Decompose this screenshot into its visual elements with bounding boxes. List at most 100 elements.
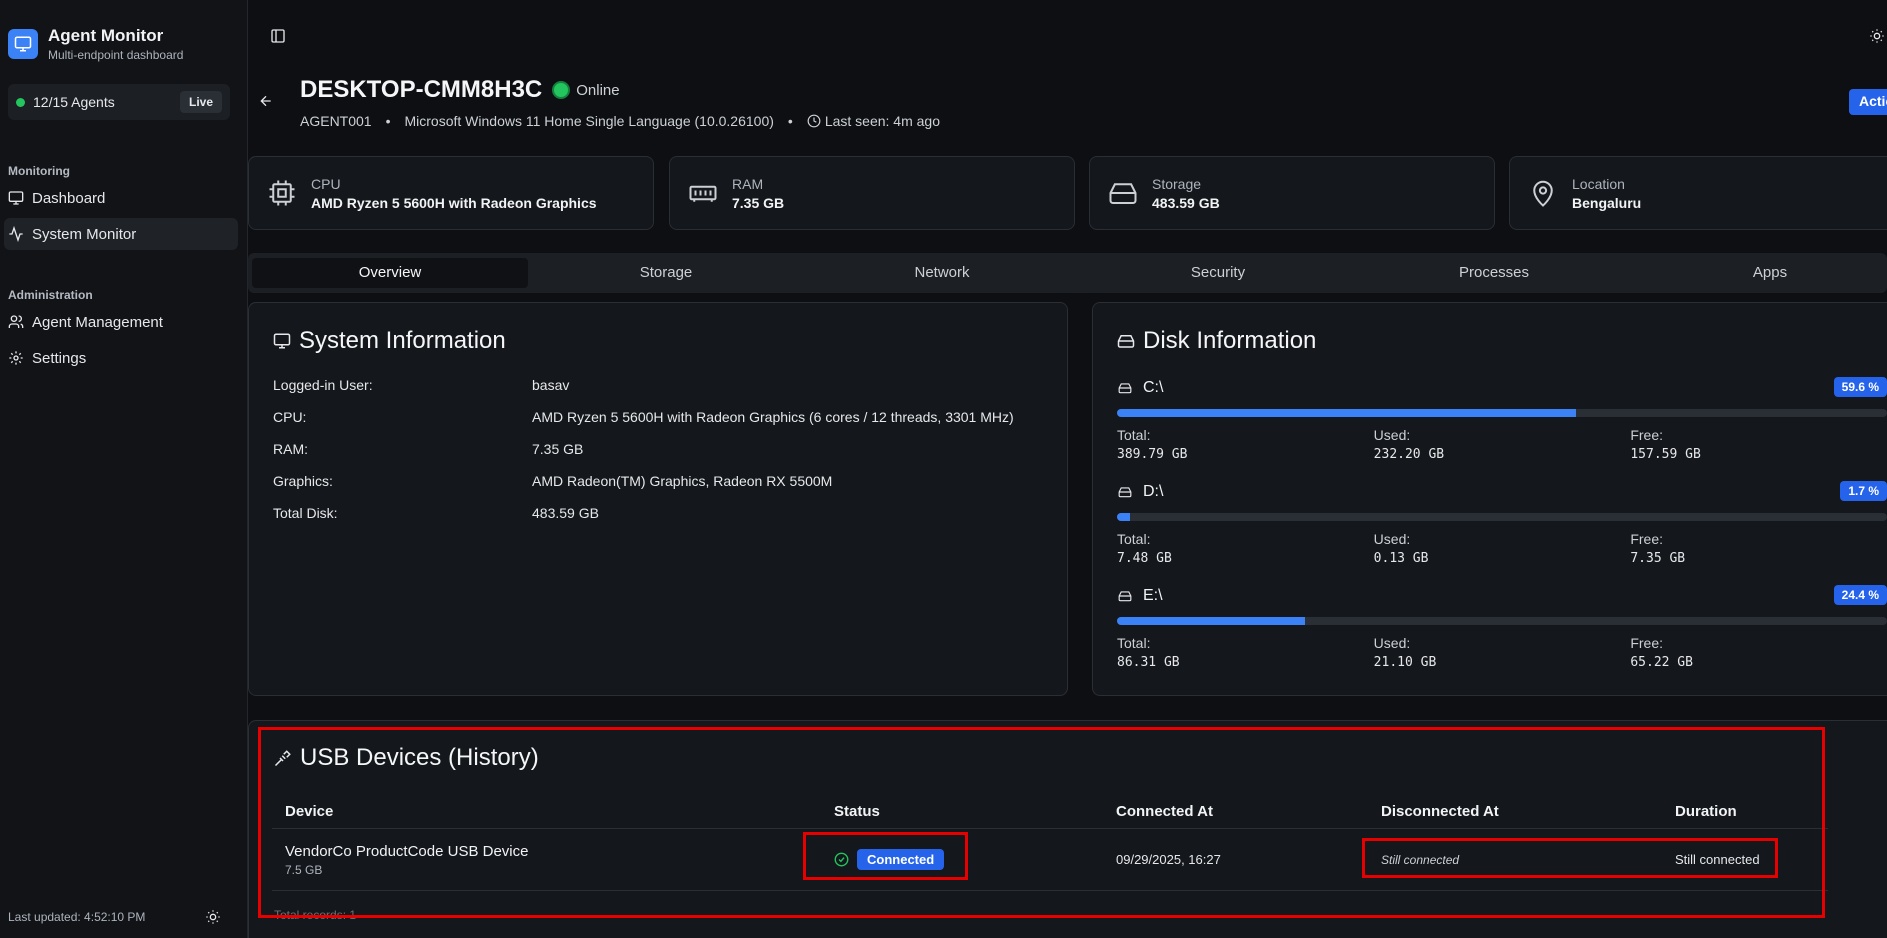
clock-icon bbox=[807, 114, 821, 128]
stat-value: Bengaluru bbox=[1572, 194, 1642, 211]
sidebar-item-agent-management[interactable]: Agent Management bbox=[4, 306, 238, 338]
hard-drive-icon bbox=[1118, 383, 1132, 394]
agents-status-pill[interactable]: 12/15 Agents Live bbox=[8, 84, 230, 120]
disk-usage-fill bbox=[1117, 409, 1576, 417]
disk-usage-badge: 1.7 % bbox=[1840, 481, 1887, 501]
agent-id: AGENT001 bbox=[300, 113, 372, 129]
info-label: CPU: bbox=[273, 409, 307, 425]
disk-used-label: Used: bbox=[1373, 427, 1411, 443]
disk-item-e: E:\ 24.4 % Total: 86.31 GB Used: 21.10 GB … bbox=[1117, 585, 1887, 670]
disk-name: D:\ bbox=[1143, 483, 1164, 500]
tab-network[interactable]: Network bbox=[804, 258, 1080, 288]
disk-used-label: Used: bbox=[1373, 531, 1411, 547]
highlight-box-disconnected bbox=[1362, 838, 1778, 878]
stat-card-cpu: CPU AMD Ryzen 5 5600H with Radeon Graphic… bbox=[248, 156, 654, 230]
disk-info-title: Disk Information bbox=[1117, 327, 1316, 355]
disk-usage-bar bbox=[1117, 409, 1887, 417]
disk-info-panel: Disk Information C:\ 59.6 % Total: 389.79… bbox=[1092, 302, 1887, 696]
disk-usage-fill bbox=[1117, 617, 1305, 625]
info-value: AMD Ryzen 5 5600H with Radeon Graphics (… bbox=[532, 409, 1014, 425]
stat-label: CPU bbox=[311, 175, 341, 192]
tab-apps[interactable]: Apps bbox=[1632, 258, 1887, 288]
stat-label: RAM bbox=[732, 175, 764, 192]
disk-usage-badge: 59.6 % bbox=[1833, 377, 1887, 397]
host-meta: AGENT001 • Microsoft Windows 11 Home Sin… bbox=[300, 113, 940, 129]
stat-card-location: Location Bengaluru bbox=[1509, 156, 1887, 230]
disk-free: 157.59 GB bbox=[1630, 447, 1701, 462]
disk-name: E:\ bbox=[1143, 587, 1163, 604]
sidebar-item-label: System Monitor bbox=[32, 225, 137, 243]
app-title: Agent Monitor bbox=[48, 26, 164, 45]
tab-security[interactable]: Security bbox=[1080, 258, 1356, 288]
stat-label: Storage bbox=[1152, 175, 1202, 192]
disk-free-label: Free: bbox=[1630, 427, 1664, 443]
disk-used: 0.13 GB bbox=[1373, 551, 1429, 566]
memory-icon bbox=[689, 185, 717, 202]
disk-total: 389.79 GB bbox=[1117, 447, 1188, 462]
stat-value: AMD Ryzen 5 5600H with Radeon Graphics bbox=[311, 194, 597, 211]
activity-icon bbox=[9, 226, 23, 242]
system-info-title: System Information bbox=[273, 327, 506, 355]
disk-usage-bar bbox=[1117, 617, 1887, 625]
hard-drive-icon bbox=[1109, 183, 1137, 204]
cpu-icon bbox=[269, 180, 295, 206]
os-version: Microsoft Windows 11 Home Single Languag… bbox=[404, 113, 774, 129]
sidebar-item-dashboard[interactable]: Dashboard bbox=[4, 182, 238, 214]
highlight-box-usb-panel bbox=[258, 727, 1825, 918]
stat-card-ram: RAM 7.35 GB bbox=[669, 156, 1075, 230]
stat-value: 483.59 GB bbox=[1152, 194, 1220, 211]
tab-processes[interactable]: Processes bbox=[1356, 258, 1632, 288]
stat-value: 7.35 GB bbox=[732, 194, 785, 211]
actions-button[interactable]: Actions bbox=[1849, 89, 1887, 115]
hostname: DESKTOP-CMM8H3C bbox=[300, 76, 543, 103]
app-subtitle: Multi-endpoint dashboard bbox=[48, 48, 184, 62]
system-info-panel: System Information Logged-in User: basav… bbox=[248, 302, 1068, 696]
users-icon bbox=[8, 315, 24, 328]
hard-drive-icon bbox=[1118, 591, 1132, 602]
monitor-icon bbox=[8, 191, 24, 205]
disk-item-c: C:\ 59.6 % Total: 389.79 GB Used: 232.20 G… bbox=[1117, 377, 1887, 462]
sidebar-item-settings[interactable]: Settings bbox=[4, 342, 238, 374]
tab-overview[interactable]: Overview bbox=[252, 258, 528, 288]
disk-usage-bar bbox=[1117, 513, 1887, 521]
info-value: 483.59 GB bbox=[532, 505, 599, 521]
page-title: DESKTOP-CMM8H3C Online bbox=[300, 76, 620, 104]
last-updated: Last updated: 4:52:10 PM bbox=[8, 910, 146, 924]
disk-name: C:\ bbox=[1143, 379, 1164, 396]
monitor-icon bbox=[273, 333, 291, 349]
live-badge: Live bbox=[179, 91, 222, 113]
highlight-box-status bbox=[803, 832, 968, 880]
hard-drive-icon bbox=[1117, 335, 1135, 348]
disk-free-label: Free: bbox=[1630, 531, 1664, 547]
back-arrow-icon[interactable] bbox=[258, 93, 274, 114]
info-label: Logged-in User: bbox=[273, 377, 373, 393]
disk-total: 86.31 GB bbox=[1117, 655, 1180, 670]
brand: Agent Monitor Multi-endpoint dashboard bbox=[8, 26, 183, 62]
online-dot-icon bbox=[16, 97, 25, 107]
tab-storage[interactable]: Storage bbox=[528, 258, 804, 288]
disk-used: 232.20 GB bbox=[1373, 447, 1445, 462]
sidebar-item-label: Agent Management bbox=[32, 313, 163, 331]
info-label: Total Disk: bbox=[273, 505, 338, 521]
sun-icon[interactable] bbox=[205, 909, 221, 930]
sidebar-item-system-monitor[interactable]: System Monitor bbox=[4, 218, 238, 250]
stat-label: Location bbox=[1572, 175, 1625, 192]
disk-usage-badge: 24.4 % bbox=[1833, 585, 1887, 605]
tab-bar: Overview Storage Network Security Proces… bbox=[248, 253, 1887, 293]
disk-item-d: D:\ 1.7 % Total: 7.48 GB Used: 0.13 GB Fre… bbox=[1117, 481, 1887, 566]
online-status-icon bbox=[552, 81, 571, 99]
stat-card-storage: Storage 483.59 GB bbox=[1089, 156, 1495, 230]
gear-icon bbox=[9, 351, 23, 365]
sidebar-item-label: Settings bbox=[32, 349, 87, 367]
theme-toggle-icon[interactable] bbox=[1869, 28, 1885, 49]
disk-used: 21.10 GB bbox=[1373, 655, 1437, 670]
monitor-icon bbox=[8, 29, 38, 59]
sidebar-toggle-icon[interactable] bbox=[270, 28, 286, 49]
hard-drive-icon bbox=[1118, 487, 1132, 498]
info-value: AMD Radeon(TM) Graphics, Radeon RX 5500M bbox=[532, 473, 833, 489]
sidebar: Agent Monitor Multi-endpoint dashboard 1… bbox=[0, 0, 248, 938]
disk-usage-fill bbox=[1117, 513, 1131, 521]
info-value: basav bbox=[532, 377, 570, 393]
info-label: RAM: bbox=[273, 441, 308, 457]
disk-free-label: Free: bbox=[1630, 635, 1664, 651]
